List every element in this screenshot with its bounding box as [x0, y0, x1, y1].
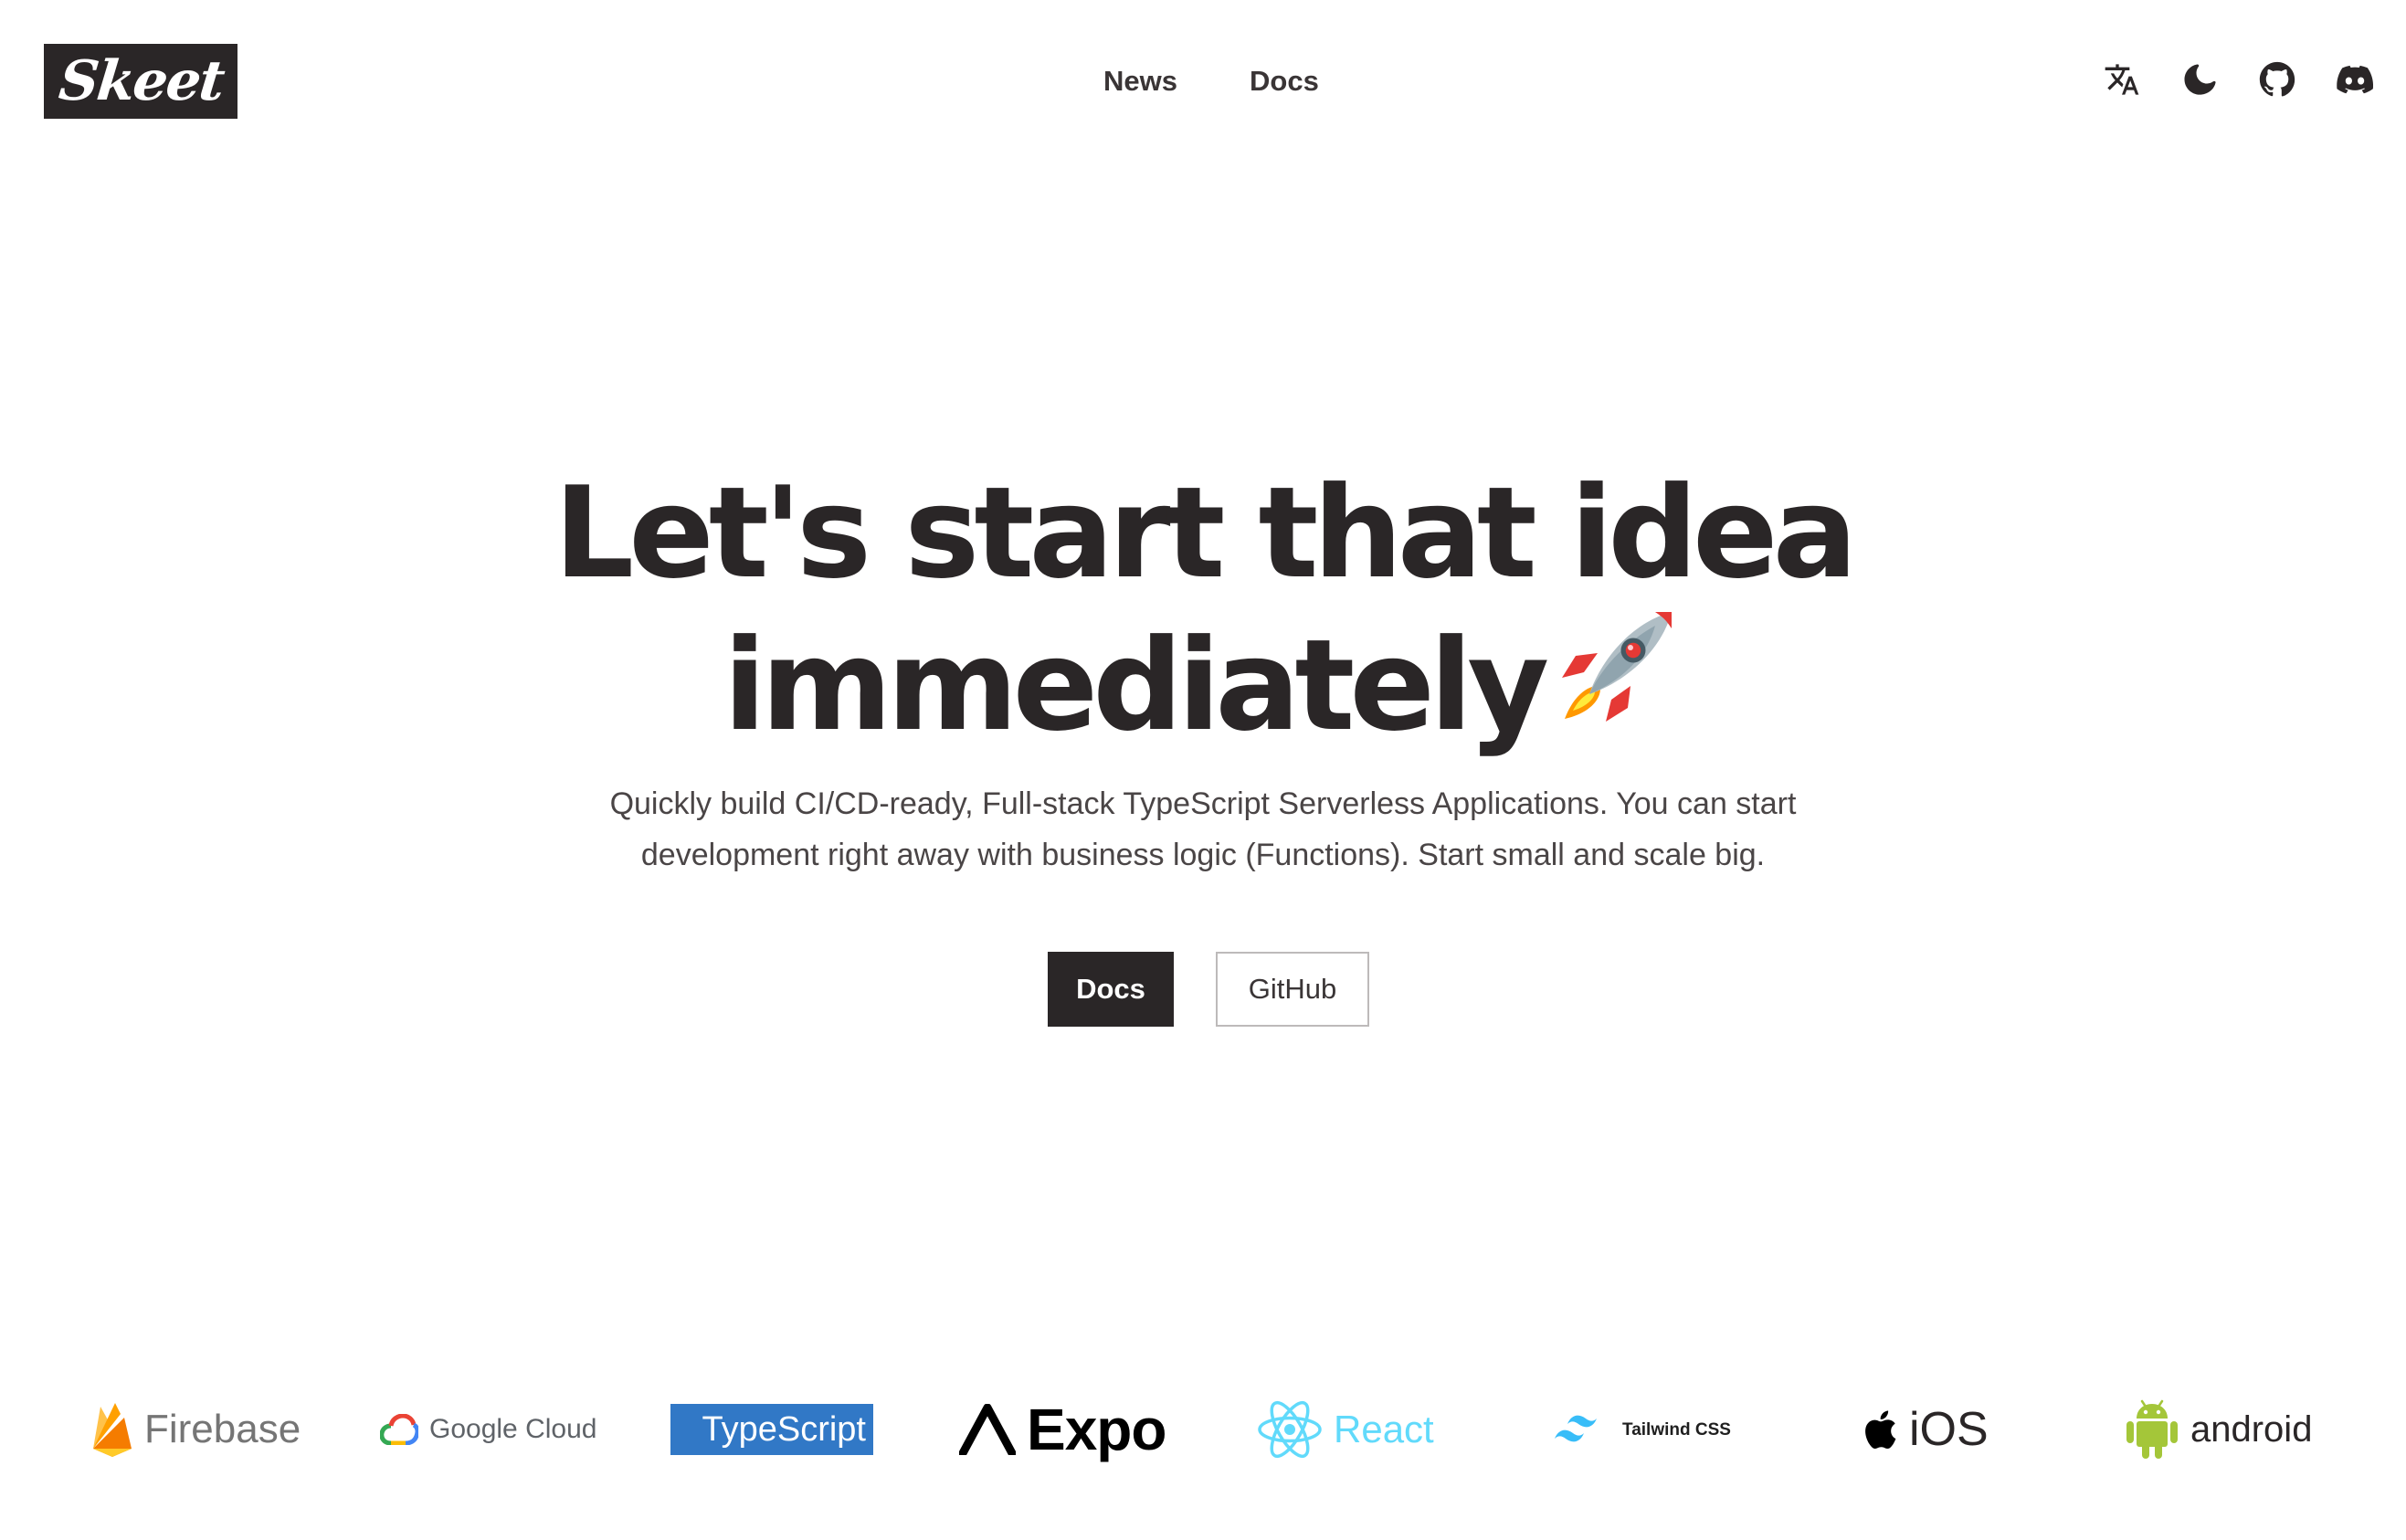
- hero-subtitle-line-1: Quickly build CI/CD-ready, Full-stack Ty…: [609, 786, 1797, 821]
- ios-label: iOS: [1909, 1403, 1989, 1456]
- skeet-logo[interactable]: Skeet: [44, 44, 237, 119]
- android-label: android: [2190, 1409, 2313, 1450]
- tech-android: android: [2125, 1388, 2312, 1471]
- logo-text: Skeet: [55, 49, 227, 113]
- google-cloud-label-google: Google: [429, 1414, 518, 1444]
- hero-buttons: Docs GitHub: [1048, 952, 1369, 1027]
- hero-title: Let's start that idea immediately: [0, 466, 2406, 754]
- typescript-label-type: Type: [702, 1409, 777, 1449]
- main-nav: News Docs: [1103, 58, 1319, 104]
- firebase-label: Firebase: [144, 1407, 301, 1451]
- tech-tailwind: Tailwind CSS: [1553, 1388, 1731, 1471]
- hero-title-word: immediately: [723, 612, 1550, 759]
- discord-icon[interactable]: [2336, 60, 2374, 99]
- hero-subtitle: Quickly build CI/CD-ready, Full-stack Ty…: [518, 778, 1888, 881]
- nav-docs-link[interactable]: Docs: [1250, 58, 1319, 104]
- google-cloud-label-cloud: Cloud: [525, 1414, 597, 1444]
- github-button[interactable]: GitHub: [1216, 952, 1369, 1027]
- tech-typescript: Type Script: [670, 1388, 873, 1471]
- android-icon: [2126, 1399, 2178, 1459]
- tech-expo: Expo: [959, 1388, 1166, 1471]
- typescript-label-script: Script: [776, 1409, 866, 1449]
- tech-react: React: [1257, 1388, 1434, 1471]
- apple-icon: [1865, 1410, 1896, 1449]
- hero-subtitle-line-2: development right away with business log…: [640, 838, 1766, 872]
- tech-firebase: Firebase: [91, 1388, 301, 1471]
- firebase-icon: [93, 1403, 132, 1457]
- react-label: React: [1334, 1408, 1434, 1450]
- tech-google-cloud: Google Cloud: [380, 1388, 596, 1471]
- github-icon[interactable]: [2258, 60, 2296, 99]
- google-cloud-icon: [380, 1414, 418, 1445]
- header-icon-group: [2103, 60, 2374, 99]
- site-header: Skeet News Docs: [0, 0, 2406, 164]
- translate-icon[interactable]: [2103, 60, 2141, 99]
- docs-button[interactable]: Docs: [1048, 952, 1174, 1027]
- nav-news-link[interactable]: News: [1103, 58, 1177, 104]
- tailwind-icon: [1555, 1415, 1597, 1442]
- typescript-logo: Type Script: [670, 1404, 873, 1455]
- react-icon: [1258, 1400, 1322, 1459]
- hero-title-line-2: immediately: [0, 601, 2406, 754]
- hero-title-line-1: Let's start that idea: [554, 459, 1857, 607]
- tech-ios: iOS: [1860, 1388, 1989, 1471]
- dark-mode-moon-icon[interactable]: [2180, 60, 2219, 99]
- expo-icon: [959, 1404, 1016, 1455]
- tailwind-label: Tailwind CSS: [1622, 1419, 1731, 1440]
- rocket-icon: [1562, 612, 1673, 722]
- tech-stack-row: Firebase Google Cloud Type Script Expo R…: [0, 1388, 2406, 1471]
- google-cloud-label: Google Cloud: [429, 1416, 596, 1443]
- expo-label: Expo: [1027, 1397, 1166, 1462]
